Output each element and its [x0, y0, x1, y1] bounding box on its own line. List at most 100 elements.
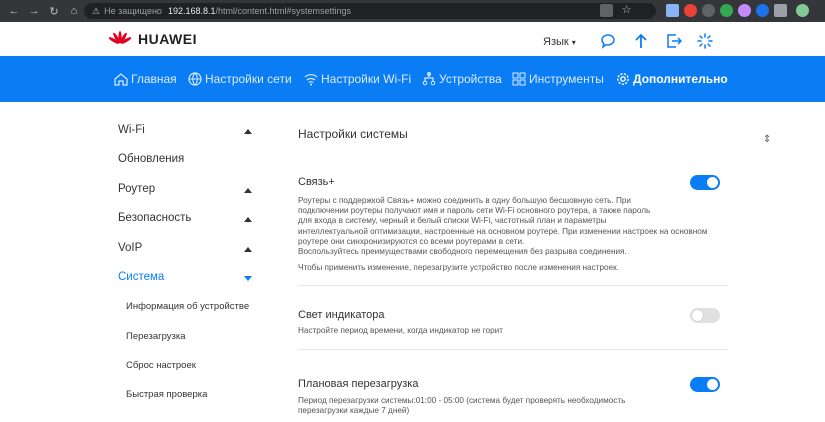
forward-icon[interactable]: →: [24, 5, 44, 17]
nav-devices[interactable]: Устройства: [422, 72, 502, 86]
chevron-up-icon[interactable]: [244, 188, 252, 193]
nav-network[interactable]: Настройки сети: [188, 72, 292, 86]
language-selector[interactable]: Язык ▾: [543, 36, 576, 48]
description-line: Настройте период времени, когда индикато…: [298, 326, 503, 335]
section-note: Чтобы применить изменение, перезагрузите…: [298, 263, 619, 272]
url-path: /html/content.html#systemsettings: [215, 6, 352, 16]
sidebar-item-label: Безопасность: [118, 212, 192, 224]
nav-label: Дополнительно: [633, 72, 728, 86]
indicator-light-toggle[interactable]: [690, 308, 720, 323]
sidebar-item-router[interactable]: Роутер: [118, 183, 155, 195]
gear-icon: [617, 73, 629, 85]
description-line: роутере они синхронизируются со всеми ро…: [298, 236, 525, 246]
tools-icon: [512, 72, 526, 86]
url-host: 192.168.8.1: [167, 6, 216, 16]
wifi-icon: [304, 74, 318, 86]
section-title: Связь+: [298, 176, 335, 188]
logout-icon[interactable]: [666, 33, 682, 49]
back-icon[interactable]: ←: [4, 5, 24, 17]
nav-tools[interactable]: Инструменты: [512, 72, 604, 86]
description-line: Роутеры с поддержкой Связь+ можно соедин…: [298, 196, 631, 205]
section-description: Настройте период времени, когда индикато…: [298, 326, 678, 336]
sidebar-item-wifi[interactable]: Wi-Fi: [118, 124, 145, 136]
sidebar-subitem-label: Быстрая проверка: [126, 389, 208, 400]
warning-icon: ⚠: [92, 5, 101, 16]
update-arrow-icon[interactable]: [633, 33, 649, 49]
huawei-petals-icon: [108, 31, 132, 44]
section-title: Плановая перезагрузка: [298, 378, 419, 390]
chat-icon[interactable]: [600, 33, 616, 49]
sidebar-item-label: Обновления: [118, 153, 185, 165]
section-description: Период перезагрузки системы:01:00 - 05:0…: [298, 396, 698, 416]
devices-icon: [422, 72, 436, 86]
description-line: интеллектуальной оптимизации, настроенны…: [298, 226, 708, 236]
section-title: Свет индикатора: [298, 309, 385, 321]
sidebar-subitem-label: Информация об устройстве: [126, 301, 250, 312]
sidebar-item-security[interactable]: Безопасность: [118, 212, 191, 224]
description-line: перезагрузки каждые 7 дней): [298, 406, 410, 416]
sidebar-subitem-reset[interactable]: Сброс настроек: [126, 360, 196, 371]
globe-icon: [188, 72, 202, 86]
main-nav: Главная Настройки сети Настройки Wi-Fi У…: [0, 56, 825, 102]
chevron-up-icon[interactable]: [244, 129, 252, 134]
sidebar-item-label: Роутер: [118, 183, 156, 195]
nav-label: Главная: [131, 72, 177, 86]
toggle-knob: [692, 310, 703, 321]
home-icon: [114, 73, 128, 86]
scheduled-reboot-toggle[interactable]: [690, 377, 720, 392]
description-line: Период перезагрузки системы:01:00 - 05:0…: [298, 396, 626, 405]
nav-label: Настройки Wi-Fi: [321, 72, 412, 86]
mouse-cursor-icon: ⇕: [763, 134, 772, 145]
extension-icon[interactable]: [720, 4, 733, 17]
star-icon[interactable]: ☆: [620, 4, 633, 17]
sidebar-subitem-device-info[interactable]: Информация об устройстве: [126, 301, 249, 312]
extension-icon[interactable]: [684, 4, 697, 17]
sidebar-subitem-label: Перезагрузка: [126, 331, 186, 342]
chevron-up-icon[interactable]: [244, 217, 252, 222]
description-line: для входа в систему, черный и белый спис…: [298, 216, 607, 226]
description-line: Воспользуйтесь преимуществами свободного…: [298, 247, 627, 257]
chevron-up-icon[interactable]: [244, 247, 252, 252]
toggle-knob: [707, 177, 718, 188]
nav-label: Инструменты: [529, 72, 604, 86]
nav-advanced[interactable]: Дополнительно: [616, 72, 728, 86]
chevron-down-icon[interactable]: [244, 276, 252, 281]
extension-icon[interactable]: [756, 4, 769, 17]
brand-name: HUAWEI: [138, 31, 197, 47]
router-header: HUAWEI Язык ▾: [0, 22, 825, 56]
share-icon[interactable]: [600, 4, 613, 17]
sidebar-item-updates[interactable]: Обновления: [118, 153, 184, 165]
huawei-logo: HUAWEI: [108, 31, 197, 47]
profile-avatar[interactable]: [796, 4, 809, 17]
reload-icon[interactable]: ↻: [44, 5, 64, 18]
hilink-toggle[interactable]: [690, 175, 720, 190]
sidebar: Wi-Fi Обновления Роутер Безопасность VoI…: [0, 102, 270, 422]
home-browser-icon[interactable]: ⌂: [64, 5, 84, 17]
divider: [298, 285, 728, 286]
extension-icon[interactable]: [666, 4, 679, 17]
section-description: Роутеры с поддержкой Связь+ можно соедин…: [298, 196, 708, 257]
sidebar-item-label: VoIP: [118, 242, 143, 254]
nav-label: Настройки сети: [205, 72, 292, 86]
extension-icon[interactable]: [702, 4, 715, 17]
sidebar-item-voip[interactable]: VoIP: [118, 242, 142, 254]
chevron-down-icon: ▾: [571, 38, 576, 47]
sidebar-item-label: Wi-Fi: [118, 124, 145, 136]
loading-spinner-icon: [697, 33, 713, 49]
description-line: подключении роутеры получают имя и парол…: [298, 206, 651, 216]
puzzle-icon[interactable]: [774, 4, 787, 17]
security-label: Не защищено: [104, 6, 162, 16]
extension-icon[interactable]: [738, 4, 751, 17]
page-title: Настройки системы: [298, 127, 408, 141]
nav-home[interactable]: Главная: [114, 72, 177, 86]
sidebar-subitem-quick-check[interactable]: Быстрая проверка: [126, 389, 207, 400]
sidebar-item-label: Система: [118, 271, 165, 283]
toggle-knob: [707, 379, 718, 390]
sidebar-item-system[interactable]: Система: [118, 271, 164, 283]
divider: [298, 349, 728, 350]
language-label: Язык: [543, 36, 569, 48]
address-bar[interactable]: ⚠ Не защищено 192.168.8.1 /html/content.…: [84, 3, 656, 19]
main-content: Настройки системы Связь+ Роутеры с подде…: [270, 102, 825, 422]
sidebar-subitem-reboot[interactable]: Перезагрузка: [126, 331, 186, 342]
nav-wifi[interactable]: Настройки Wi-Fi: [304, 72, 411, 86]
